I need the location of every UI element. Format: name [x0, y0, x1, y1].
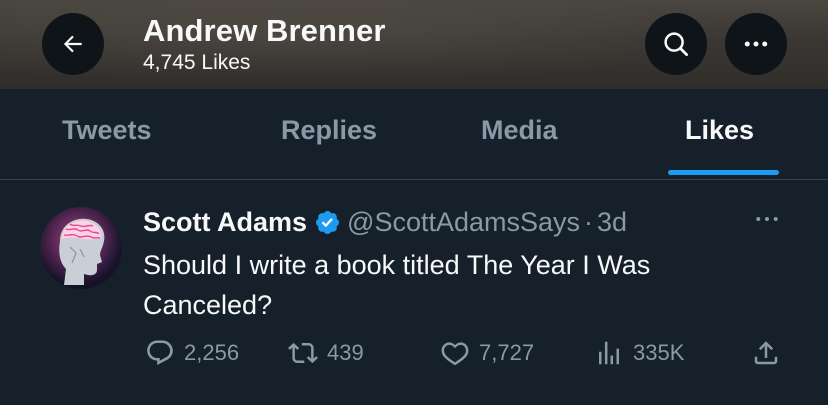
arrow-left-icon	[63, 35, 82, 53]
more-button[interactable]	[725, 13, 787, 75]
more-horizontal-icon	[756, 217, 778, 221]
profile-header: Andrew Brenner 4,745 Likes	[0, 0, 828, 89]
verified-badge-icon	[314, 209, 341, 236]
share-button[interactable]	[751, 338, 781, 368]
tab-likes[interactable]: Likes	[685, 114, 754, 146]
retweet-button[interactable]: 439	[288, 338, 364, 368]
retweet-icon	[288, 342, 318, 364]
author-handle[interactable]: @ScottAdamsSays	[347, 207, 580, 238]
likes-count: 4,745 Likes	[143, 51, 251, 74]
share-icon	[754, 341, 778, 365]
header-title-block: Andrew Brenner 4,745 Likes	[143, 12, 386, 76]
heart-icon	[441, 342, 469, 366]
views-button[interactable]: 335K	[594, 338, 684, 368]
back-button[interactable]	[42, 13, 104, 75]
brain-head-avatar-image	[40, 207, 122, 289]
more-horizontal-icon	[744, 41, 768, 47]
tab-replies[interactable]: Replies	[281, 114, 377, 146]
tweet-timestamp[interactable]: 3d	[597, 207, 627, 238]
reply-button[interactable]: 2,256	[145, 338, 239, 368]
separator-dot: ·	[584, 206, 594, 237]
tab-media[interactable]: Media	[481, 114, 558, 146]
views-chart-icon	[599, 341, 619, 365]
tweet[interactable]: Scott Adams @ScottAdamsSays · 3d Should …	[0, 180, 828, 405]
search-button[interactable]	[645, 13, 707, 75]
tweet-header: Scott Adams @ScottAdamsSays · 3d	[143, 202, 627, 242]
avatar[interactable]	[40, 207, 122, 289]
tweet-more-button[interactable]	[752, 204, 782, 239]
view-count: 335K	[633, 340, 685, 365]
tab-tweets[interactable]: Tweets	[62, 114, 152, 146]
retweet-count: 439	[327, 340, 364, 365]
reply-count: 2,256	[184, 340, 240, 365]
search-icon	[664, 32, 688, 56]
profile-tabs: Tweets Replies Media Likes	[0, 89, 828, 180]
tweet-text: Should I write a book titled The Year I …	[143, 250, 651, 320]
active-tab-indicator	[668, 170, 779, 175]
profile-name: Andrew Brenner	[143, 13, 386, 48]
like-count: 7,727	[479, 340, 535, 365]
reply-icon	[147, 340, 173, 365]
like-button[interactable]: 7,727	[440, 338, 534, 368]
tweet-actions: 2,256 439 7,727 335K	[143, 338, 793, 378]
author-name[interactable]: Scott Adams	[143, 207, 307, 238]
